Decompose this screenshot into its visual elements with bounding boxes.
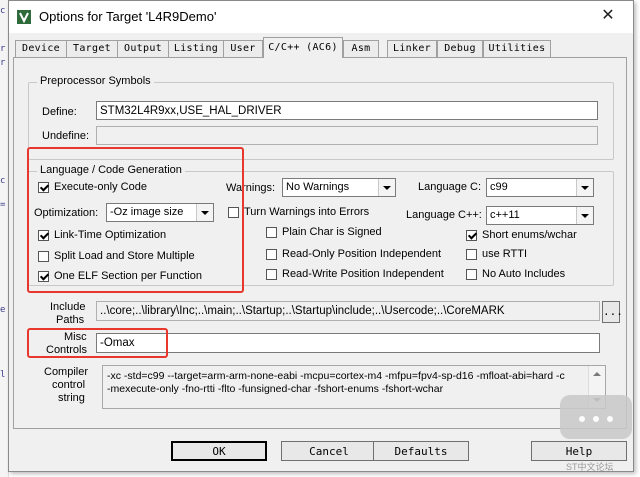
- include-paths-input[interactable]: ..\core;..\library\Inc;..\main;..\Startu…: [96, 301, 600, 321]
- tab-debug[interactable]: Debug: [437, 40, 483, 57]
- language-highlight-box: [27, 147, 244, 293]
- ropi-label: Read-Only Position Independent: [282, 248, 441, 260]
- ropi-checkbox[interactable]: [266, 249, 277, 260]
- tab-output[interactable]: Output: [117, 40, 169, 57]
- cc-options-panel: Preprocessor Symbols Define: STM32L4R9xx…: [13, 57, 627, 429]
- compiler-label-line2: control: [52, 379, 86, 391]
- tab-cc-ac6[interactable]: C/C++ (AC6): [263, 37, 343, 58]
- language-c-label: Language C:: [418, 181, 481, 193]
- compiler-label-line1: Compiler: [44, 366, 89, 378]
- scroll-up-icon: [593, 372, 601, 376]
- short-enums-label: Short enums/wchar: [482, 229, 577, 241]
- rwpi-checkbox[interactable]: [266, 269, 277, 280]
- language-cpp-value: c++11: [490, 209, 520, 221]
- chevron-down-icon: [576, 179, 593, 196]
- chevron-down-icon: [378, 179, 395, 196]
- warnings-select[interactable]: No Warnings: [282, 178, 396, 197]
- close-button[interactable]: ✕: [595, 5, 621, 27]
- compiler-control-string: -xc -std=c99 --target=arm-arm-none-eabi …: [102, 365, 606, 409]
- plain-char-checkbox[interactable]: [266, 227, 277, 238]
- close-icon: ✕: [601, 7, 615, 24]
- language-c-select[interactable]: c99: [486, 178, 594, 197]
- keil-app-icon: [17, 10, 31, 24]
- help-button[interactable]: Help: [531, 441, 627, 461]
- plain-char-label: Plain Char is Signed: [282, 226, 382, 238]
- define-label: Define:: [42, 106, 77, 118]
- tab-device[interactable]: Device: [15, 40, 67, 57]
- compiler-label-line3: string: [58, 392, 85, 404]
- language-c-value: c99: [490, 181, 508, 193]
- define-input[interactable]: STM32L4R9xx,USE_HAL_DRIVER: [96, 101, 598, 120]
- no-auto-includes-label: No Auto Includes: [482, 268, 566, 280]
- undefine-label: Undefine:: [42, 130, 90, 142]
- undefine-input[interactable]: [96, 126, 598, 145]
- ok-button[interactable]: OK: [171, 441, 267, 461]
- options-dialog: Options for Target 'L4R9Demo' ✕ Device T…: [8, 0, 634, 472]
- tab-user[interactable]: User: [223, 40, 263, 57]
- chevron-down-icon: [576, 207, 593, 224]
- tab-utilities[interactable]: Utilities: [483, 40, 551, 57]
- include-browse-button[interactable]: ...: [602, 301, 623, 323]
- tab-listing[interactable]: Listing: [168, 40, 224, 57]
- compiler-line-2: -mexecute-only -fno-rtti -flto -funsigne…: [107, 383, 444, 395]
- include-label-line2: Paths: [56, 314, 85, 326]
- cancel-button[interactable]: Cancel: [281, 441, 377, 461]
- window-title: Options for Target 'L4R9Demo': [39, 9, 217, 24]
- use-rtti-checkbox[interactable]: [466, 249, 477, 260]
- watermark-logo: [560, 395, 632, 439]
- turn-warnings-label: Turn Warnings into Errors: [244, 206, 370, 218]
- include-label-line1: Include: [50, 301, 86, 313]
- defaults-button[interactable]: Defaults: [373, 441, 469, 461]
- tab-target[interactable]: Target: [66, 40, 118, 57]
- misc-controls-input[interactable]: -Omax: [96, 333, 600, 353]
- title-bar: Options for Target 'L4R9Demo' ✕: [9, 1, 633, 33]
- warnings-value: No Warnings: [286, 181, 350, 193]
- short-enums-checkbox[interactable]: [466, 230, 477, 241]
- use-rtti-label: use RTTI: [482, 248, 528, 260]
- watermark-text: ST中文论坛: [566, 462, 614, 472]
- misc-highlight-box: [27, 328, 168, 358]
- preprocessor-group-title: Preprocessor Symbols: [37, 75, 154, 87]
- tab-strip: Device Target Output Listing User C/C++ …: [9, 33, 633, 59]
- rwpi-label: Read-Write Position Independent: [282, 268, 444, 280]
- language-cpp-select[interactable]: c++11: [486, 206, 594, 225]
- language-cpp-label: Language C++:: [406, 209, 482, 221]
- tab-asm[interactable]: Asm: [343, 40, 379, 57]
- no-auto-includes-checkbox[interactable]: [466, 269, 477, 280]
- compiler-line-1: -xc -std=c99 --target=arm-arm-none-eabi …: [107, 370, 565, 382]
- tab-linker[interactable]: Linker: [387, 40, 437, 57]
- chat-bubble-icon: [579, 416, 613, 422]
